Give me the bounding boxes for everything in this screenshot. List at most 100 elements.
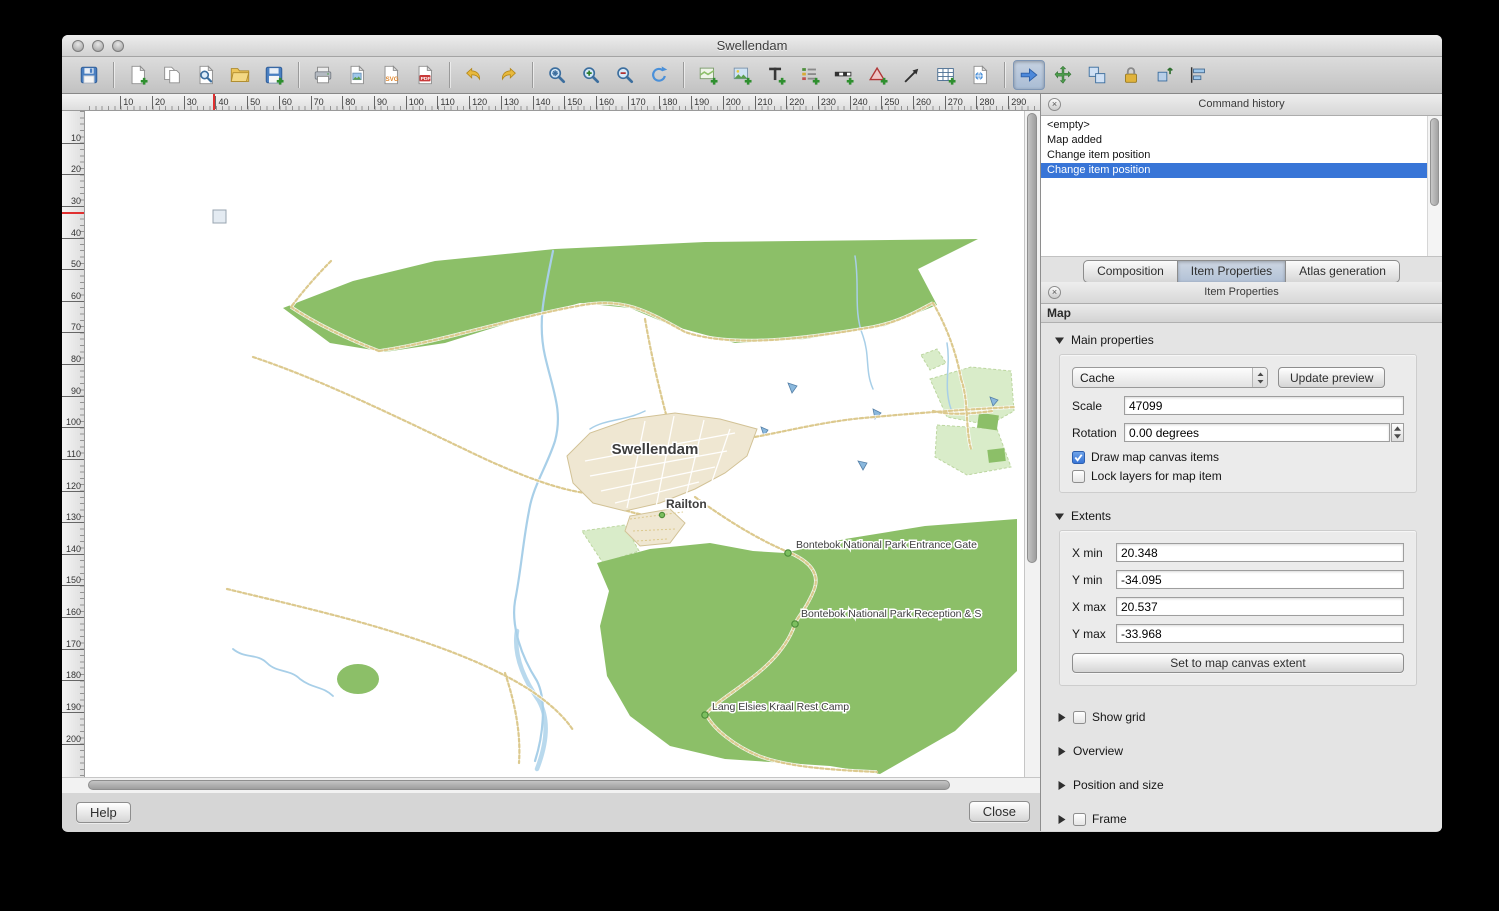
move-item-content-button[interactable] (1047, 60, 1079, 90)
ruler-mark: 250 (881, 96, 899, 109)
close-panel-icon[interactable]: × (1048, 98, 1061, 111)
vertical-scrollbar-thumb[interactable] (1027, 113, 1037, 563)
add-scalebar-button[interactable] (828, 60, 860, 90)
window-zoom-button[interactable] (112, 40, 124, 52)
ruler-mark: 190 (62, 701, 84, 713)
expand-show-grid-icon[interactable] (1055, 712, 1067, 723)
x-min-label: X min (1072, 546, 1116, 560)
map-item[interactable]: Swellendam Railton Bontebok National Par… (85, 111, 1024, 777)
tab-atlas-generation[interactable]: Atlas generation (1286, 260, 1400, 283)
x-min-input[interactable] (1116, 543, 1404, 562)
save-button[interactable] (73, 60, 105, 90)
rotation-input[interactable] (1124, 423, 1390, 442)
zoom-out-button[interactable] (609, 60, 641, 90)
y-min-input[interactable] (1116, 570, 1404, 589)
save-template-button[interactable] (258, 60, 290, 90)
save-icon (78, 64, 100, 86)
raise-items-button[interactable] (1149, 60, 1181, 90)
add-legend-button[interactable] (794, 60, 826, 90)
redo-button[interactable] (492, 60, 524, 90)
horizontal-scrollbar-thumb[interactable] (88, 780, 950, 790)
print-icon (312, 64, 334, 86)
align-items-button[interactable] (1183, 60, 1215, 90)
lock-items-button[interactable] (1115, 60, 1147, 90)
group-items-button[interactable] (1081, 60, 1113, 90)
scale-input[interactable] (1124, 396, 1404, 415)
lock-layers-for-map-item-checkbox[interactable] (1072, 470, 1085, 483)
tab-composition[interactable]: Composition (1083, 260, 1178, 283)
ruler-mark: 140 (533, 96, 551, 109)
command-history-scrollbar[interactable] (1427, 116, 1442, 256)
collapse-main-properties-icon[interactable] (1053, 336, 1065, 345)
set-extent-button[interactable]: Set to map canvas extent (1072, 653, 1404, 673)
move-item-content-icon (1052, 64, 1074, 86)
add-label-button[interactable] (760, 60, 792, 90)
ruler-mark: 230 (818, 96, 836, 109)
frame-label: Frame (1092, 812, 1127, 826)
y-max-input[interactable] (1116, 624, 1404, 643)
add-image-button[interactable] (726, 60, 758, 90)
x-max-input[interactable] (1116, 597, 1404, 616)
item-properties-title: Item Properties (1204, 286, 1279, 298)
redo-icon (497, 64, 519, 86)
window-minimize-button[interactable] (92, 40, 104, 52)
export-svg-button[interactable]: SVG (375, 60, 407, 90)
close-panel-icon[interactable]: × (1048, 286, 1061, 299)
history-item[interactable]: Change item position (1041, 148, 1442, 163)
refresh-view-button[interactable] (643, 60, 675, 90)
close-button[interactable]: Close (969, 801, 1030, 822)
load-template-button[interactable] (224, 60, 256, 90)
zoom-in-button[interactable] (575, 60, 607, 90)
add-scalebar-icon (833, 64, 855, 86)
show-grid-checkbox[interactable] (1073, 711, 1086, 724)
print-button[interactable] (307, 60, 339, 90)
export-image-button[interactable] (341, 60, 373, 90)
undo-icon (463, 64, 485, 86)
add-arrow-button[interactable] (896, 60, 928, 90)
command-history-scrollbar-thumb[interactable] (1430, 118, 1439, 206)
expand-position-and-size-icon[interactable] (1055, 780, 1067, 791)
duplicate-composer-button[interactable] (156, 60, 188, 90)
draw-map-canvas-items-label: Draw map canvas items (1091, 450, 1219, 464)
update-preview-button[interactable]: Update preview (1278, 367, 1385, 388)
new-composer-button[interactable] (122, 60, 154, 90)
titlebar[interactable]: Swellendam (62, 35, 1442, 57)
add-table-button[interactable] (930, 60, 962, 90)
select-move-item-button[interactable] (1013, 60, 1045, 90)
window-close-button[interactable] (72, 40, 84, 52)
draw-map-canvas-items-checkbox[interactable] (1072, 451, 1085, 464)
zoom-full-button[interactable] (541, 60, 573, 90)
align-items-icon (1188, 64, 1210, 86)
undo-button[interactable] (458, 60, 490, 90)
export-pdf-button[interactable]: PDF (409, 60, 441, 90)
expand-overview-icon[interactable] (1055, 746, 1067, 757)
add-shape-button[interactable] (862, 60, 894, 90)
tab-item-properties[interactable]: Item Properties (1178, 260, 1286, 283)
y-max-label: Y max (1072, 627, 1116, 641)
ruler-mark: 40 (62, 227, 84, 239)
ruler-mark: 160 (62, 606, 84, 618)
ruler-mark: 270 (945, 96, 963, 109)
cache-mode-select[interactable]: Cache (1072, 367, 1268, 388)
help-button[interactable]: Help (76, 802, 131, 823)
history-item[interactable]: Map added (1041, 133, 1442, 148)
horizontal-scrollbar[interactable] (62, 777, 1040, 793)
ruler-mark: 180 (62, 669, 84, 681)
collapse-extents-icon[interactable] (1053, 512, 1065, 521)
add-map-button[interactable] (692, 60, 724, 90)
vertical-scrollbar[interactable] (1024, 111, 1040, 777)
composer-manager-button[interactable] (190, 60, 222, 90)
frame-checkbox[interactable] (1073, 813, 1086, 826)
map-section-header: Map (1041, 304, 1442, 323)
history-item[interactable]: Change item position (1041, 163, 1442, 178)
add-html-button[interactable] (964, 60, 996, 90)
add-shape-icon (867, 64, 889, 86)
selected-composer-item[interactable] (213, 210, 226, 223)
combo-arrows-icon (1252, 368, 1267, 387)
select-move-item-icon (1018, 64, 1040, 86)
composer-canvas[interactable]: Swellendam Railton Bontebok National Par… (85, 111, 1024, 777)
toolbar-separator (1004, 62, 1005, 88)
history-item[interactable]: <empty> (1041, 118, 1442, 133)
expand-frame-icon[interactable] (1055, 814, 1067, 825)
rotation-spinner[interactable] (1391, 423, 1404, 442)
